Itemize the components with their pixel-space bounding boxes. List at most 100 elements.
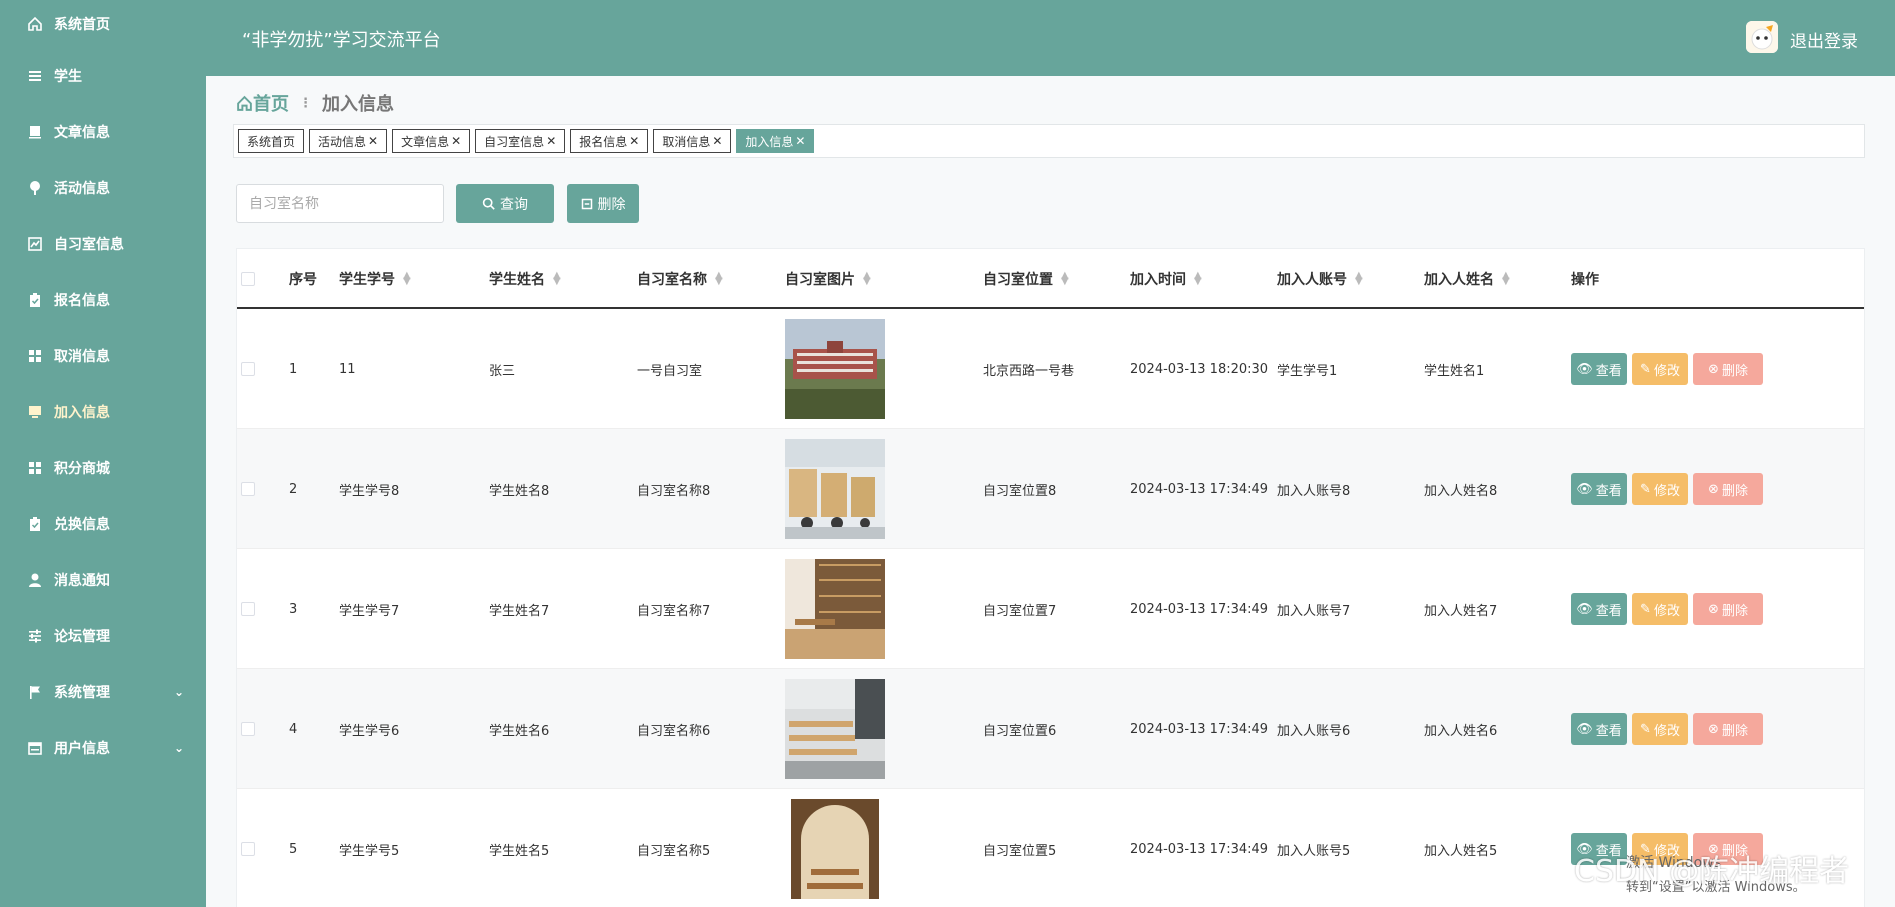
sidebar-item-exchange[interactable]: 兑换信息 — [0, 496, 206, 552]
tag-study-room[interactable]: 自习室信息 ✕ — [475, 129, 566, 153]
row-checkbox[interactable] — [241, 602, 255, 616]
header-student-id[interactable]: 学生学号 ▲ ▼ — [339, 249, 411, 309]
header-student-name[interactable]: 学生姓名 ▲ ▼ — [489, 249, 561, 309]
tag-join[interactable]: 加入信息 ✕ — [736, 129, 815, 153]
sidebar-item-label: 报名信息 — [54, 293, 110, 309]
delete-icon — [581, 198, 592, 209]
edit-button[interactable]: ✎ 修改 — [1632, 713, 1688, 745]
sort-icon[interactable]: ▲ ▼ — [863, 271, 871, 287]
sort-icon[interactable]: ▲ ▼ — [403, 271, 411, 287]
close-icon[interactable]: ✕ — [368, 134, 378, 148]
query-button[interactable]: 查询 — [456, 184, 554, 223]
sidebar: 系统首页 学生 文章信息 活动信息 自习室信息 报名信息 取消信息 加入信息 积… — [0, 0, 206, 907]
sidebar-item-cancel[interactable]: 取消信息 — [0, 328, 206, 384]
clipboard-icon — [26, 291, 44, 309]
delete-button[interactable]: ⊗ 删除 — [1693, 713, 1763, 745]
flag-icon — [26, 683, 44, 701]
room-image[interactable] — [785, 799, 885, 899]
top-header: “非学勿扰”学习交流平台 退出登录 — [206, 0, 1895, 76]
eye-icon: 👁 — [1576, 481, 1593, 497]
sidebar-item-article[interactable]: 文章信息 — [0, 104, 206, 160]
logout-button[interactable]: 退出登录 — [1790, 27, 1858, 52]
row-checkbox[interactable] — [241, 722, 255, 736]
table-row: 3 学生学号7 学生姓名7 自习室名称7 自习室位置7 2024-03-13 1… — [237, 549, 1864, 669]
sidebar-item-label: 取消信息 — [54, 349, 110, 365]
select-all-checkbox[interactable] — [241, 272, 255, 286]
sort-icon[interactable]: ▲ ▼ — [715, 271, 723, 287]
breadcrumb-current: 加入信息 — [322, 94, 394, 115]
tag-cancel[interactable]: 取消信息 ✕ — [653, 129, 732, 153]
edit-icon: ✎ — [1640, 721, 1651, 737]
close-icon[interactable]: ✕ — [546, 134, 556, 148]
header-room-pic[interactable]: 自习室图片 ▲ ▼ — [785, 249, 871, 309]
chevron-down-icon: ⌄ — [173, 685, 184, 699]
circle-x-icon: ⊗ — [1708, 481, 1719, 497]
close-icon[interactable]: ✕ — [629, 134, 639, 148]
header-room-name[interactable]: 自习室名称 ▲ ▼ — [637, 249, 723, 309]
edit-button[interactable]: ✎ 修改 — [1632, 593, 1688, 625]
sidebar-item-student[interactable]: 学生 — [0, 48, 206, 104]
row-checkbox[interactable] — [241, 842, 255, 856]
sidebar-item-user-info[interactable]: 用户信息 ⌄ — [0, 720, 206, 776]
sidebar-item-signup[interactable]: 报名信息 — [0, 272, 206, 328]
view-button[interactable]: 👁 查看 — [1571, 713, 1627, 745]
header-no: 序号 — [289, 272, 317, 288]
sidebar-item-label: 活动信息 — [54, 181, 110, 197]
sidebar-item-forum[interactable]: 论坛管理 — [0, 608, 206, 664]
tag-activity[interactable]: 活动信息 ✕ — [309, 129, 388, 153]
room-image[interactable] — [785, 679, 885, 779]
sort-icon[interactable]: ▲ ▼ — [553, 271, 561, 287]
grid-icon — [26, 347, 44, 365]
circle-x-icon: ⊗ — [1708, 361, 1719, 377]
edit-button[interactable]: ✎ 修改 — [1632, 353, 1688, 385]
sort-icon[interactable]: ▲ ▼ — [1061, 271, 1069, 287]
view-button[interactable]: 👁 查看 — [1571, 353, 1627, 385]
tag-article[interactable]: 文章信息 ✕ — [392, 129, 471, 153]
tag-signup[interactable]: 报名信息 ✕ — [570, 129, 649, 153]
eye-icon: 👁 — [1576, 721, 1593, 737]
header-ops: 操作 — [1571, 272, 1599, 288]
sort-icon[interactable]: ▲ ▼ — [1355, 271, 1363, 287]
sidebar-item-notice[interactable]: 消息通知 — [0, 552, 206, 608]
view-button[interactable]: 👁 查看 — [1571, 593, 1627, 625]
breadcrumb-home[interactable]: 首页 — [236, 90, 289, 116]
sidebar-item-study-room[interactable]: 自习室信息 — [0, 216, 206, 272]
sidebar-item-points-mall[interactable]: 积分商城 — [0, 440, 206, 496]
delete-button[interactable]: ⊗ 删除 — [1693, 353, 1763, 385]
header-joiner-name[interactable]: 加入人姓名 ▲ ▼ — [1424, 249, 1510, 309]
eye-icon: 👁 — [1576, 601, 1593, 617]
csdn-watermark: CSDN @陈冲编程者 — [1574, 854, 1850, 889]
sidebar-item-activity[interactable]: 活动信息 — [0, 160, 206, 216]
row-checkbox[interactable] — [241, 482, 255, 496]
close-icon[interactable]: ✕ — [451, 134, 461, 148]
header-join-time[interactable]: 加入时间 ▲ ▼ — [1130, 249, 1202, 309]
sidebar-item-join[interactable]: 加入信息 — [0, 384, 206, 440]
sort-icon[interactable]: ▲ ▼ — [1502, 271, 1510, 287]
search-input[interactable] — [236, 184, 444, 223]
sidebar-item-system[interactable]: 系统管理 ⌄ — [0, 664, 206, 720]
sidebar-item-label: 积分商城 — [54, 461, 110, 477]
close-icon[interactable]: ✕ — [795, 134, 805, 148]
sidebar-item-home[interactable]: 系统首页 — [0, 0, 206, 48]
delete-button[interactable]: ⊗ 删除 — [1693, 473, 1763, 505]
eye-icon: 👁 — [1576, 361, 1593, 377]
delete-button[interactable]: ⊗ 删除 — [1693, 593, 1763, 625]
tag-home[interactable]: 系统首页 — [238, 129, 305, 153]
sidebar-item-label: 学生 — [54, 69, 82, 85]
edit-button[interactable]: ✎ 修改 — [1632, 473, 1688, 505]
edit-icon: ✎ — [1640, 481, 1651, 497]
room-image[interactable] — [785, 319, 885, 419]
row-checkbox[interactable] — [241, 362, 255, 376]
avatar[interactable] — [1746, 21, 1778, 53]
pin-icon — [26, 179, 44, 197]
header-joiner-account[interactable]: 加入人账号 ▲ ▼ — [1277, 249, 1363, 309]
room-image[interactable] — [785, 559, 885, 659]
header-room-location[interactable]: 自习室位置 ▲ ▼ — [983, 249, 1069, 309]
sort-icon[interactable]: ▲ ▼ — [1194, 271, 1202, 287]
app-title: “非学勿扰”学习交流平台 — [242, 30, 441, 51]
batch-delete-button[interactable]: 删除 — [567, 184, 639, 223]
room-image[interactable] — [785, 439, 885, 539]
close-icon[interactable]: ✕ — [712, 134, 722, 148]
table-row: 1 11 张三 一号自习室 北京西路一号巷 2024-03-13 18:20:3… — [237, 309, 1864, 429]
view-button[interactable]: 👁 查看 — [1571, 473, 1627, 505]
